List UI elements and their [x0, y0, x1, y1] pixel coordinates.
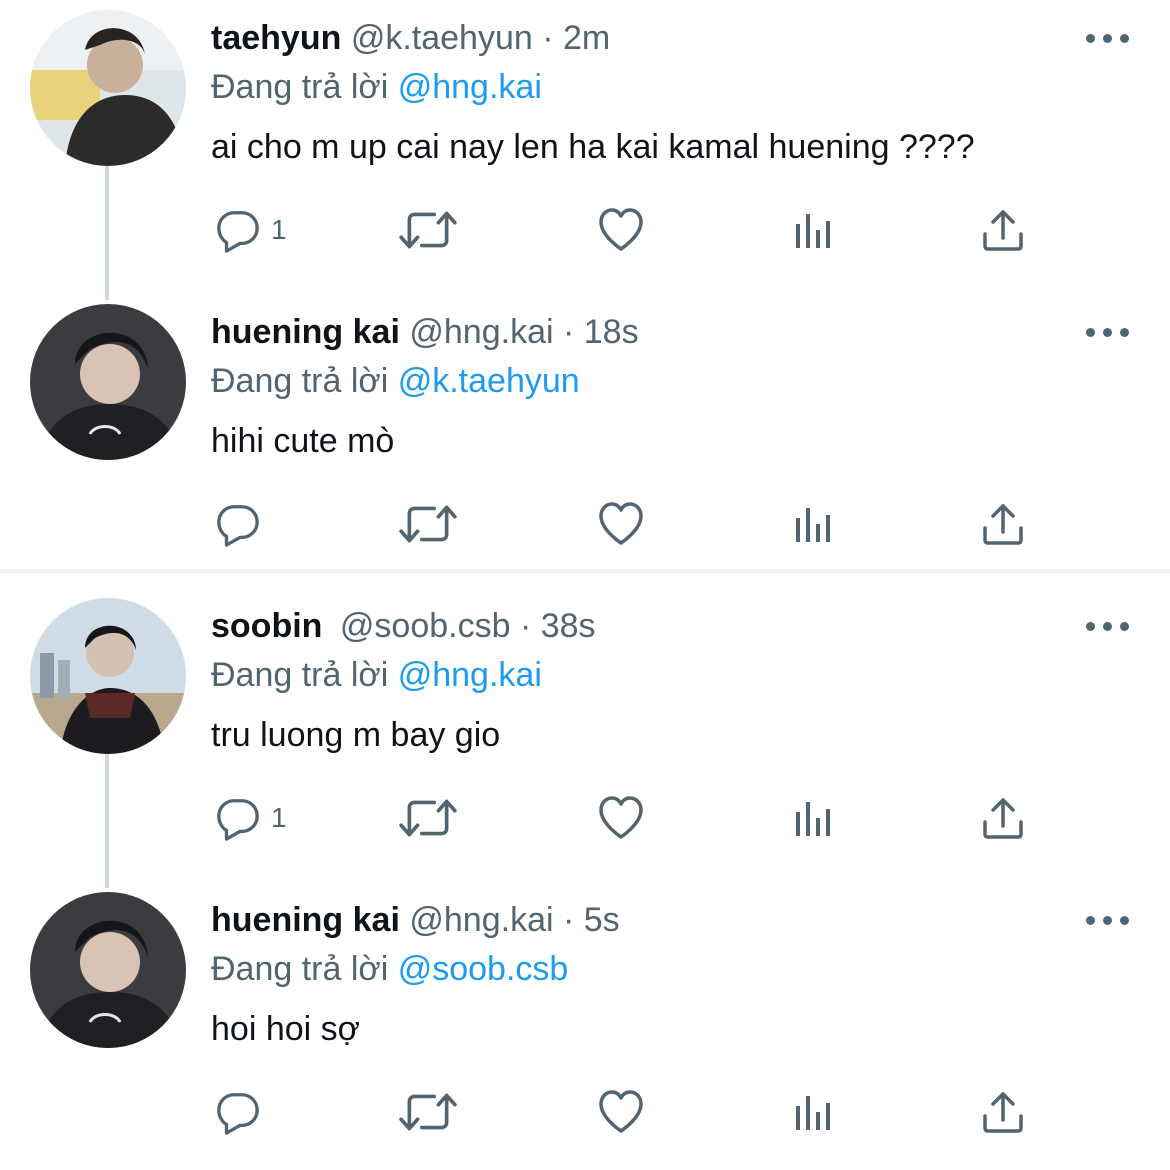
reply-button[interactable]: 1 — [215, 200, 287, 260]
share-button[interactable] — [981, 1082, 1025, 1142]
reply-icon — [215, 1089, 261, 1135]
tweet-header: huening kai @hng.kai · 18s — [211, 308, 639, 356]
separator-dot: · — [519, 607, 532, 645]
action-bar — [211, 1082, 1111, 1142]
tweet[interactable]: huening kai @hng.kai · 5s Đang trả lời @… — [0, 882, 1170, 1170]
retweet-icon — [399, 793, 457, 843]
tweet-text: hihi cute mò — [211, 422, 395, 460]
display-name[interactable]: soobin — [211, 607, 322, 645]
tweet[interactable]: soobin @soob.csb · 38s Đang trả lời @hng… — [0, 588, 1170, 876]
tweet-header: taehyun @k.taehyun · 2m — [211, 14, 610, 62]
share-button[interactable] — [981, 494, 1025, 554]
tweet-text: tru luong m bay gio — [211, 716, 501, 754]
views-icon — [793, 210, 833, 250]
replying-to: Đang trả lời @soob.csb — [211, 945, 568, 993]
tweet-text: hoi hoi sợ — [211, 1010, 360, 1048]
avatar[interactable] — [30, 304, 186, 460]
mention-link[interactable]: @k.taehyun — [398, 362, 580, 400]
tweet-header: soobin @soob.csb · 38s — [211, 602, 596, 650]
retweet-button[interactable] — [399, 1082, 457, 1142]
display-name[interactable]: taehyun — [211, 19, 341, 57]
timestamp[interactable]: 5s — [584, 901, 620, 939]
like-button[interactable] — [597, 494, 645, 554]
share-icon — [981, 796, 1025, 840]
like-icon — [597, 794, 645, 842]
thread-divider — [0, 569, 1170, 573]
retweet-button[interactable] — [399, 200, 457, 260]
views-icon — [793, 1092, 833, 1132]
mention-link[interactable]: @soob.csb — [398, 950, 569, 988]
share-button[interactable] — [981, 200, 1025, 260]
user-handle[interactable]: @hng.kai — [409, 313, 553, 351]
mention-link[interactable]: @hng.kai — [398, 656, 542, 694]
profile-photo-icon — [30, 10, 186, 166]
share-icon — [981, 1090, 1025, 1134]
views-button[interactable] — [793, 1082, 833, 1142]
retweet-icon — [399, 499, 457, 549]
more-options-icon[interactable] — [1086, 34, 1130, 44]
like-icon — [597, 1088, 645, 1136]
separator-dot: · — [542, 19, 554, 57]
tweet-header: huening kai @hng.kai · 5s — [211, 896, 620, 944]
timestamp[interactable]: 38s — [541, 607, 596, 645]
views-icon — [793, 798, 833, 838]
avatar[interactable] — [30, 10, 186, 166]
share-button[interactable] — [981, 788, 1025, 848]
replying-to-label: Đang trả lời — [211, 950, 389, 988]
retweet-button[interactable] — [399, 494, 457, 554]
replying-to-label: Đang trả lời — [211, 362, 389, 400]
replying-to: Đang trả lời @hng.kai — [211, 651, 542, 699]
like-icon — [597, 206, 645, 254]
user-handle[interactable]: @soob.csb — [340, 607, 511, 645]
reply-count: 1 — [271, 802, 287, 833]
timestamp[interactable]: 18s — [584, 313, 639, 351]
profile-photo-icon — [30, 892, 186, 1048]
tweet-text: ai cho m up cai nay len ha kai kamal hue… — [211, 128, 975, 166]
profile-photo-icon — [30, 304, 186, 460]
replying-to-label: Đang trả lời — [211, 656, 389, 694]
tweet[interactable]: taehyun @k.taehyun · 2m Đang trả lời @hn… — [0, 0, 1170, 288]
avatar[interactable] — [30, 892, 186, 1048]
avatar[interactable] — [30, 598, 186, 754]
retweet-icon — [399, 205, 457, 255]
replying-to-label: Đang trả lời — [211, 68, 389, 106]
reply-button[interactable]: 1 — [215, 788, 287, 848]
reply-button[interactable] — [215, 1082, 271, 1142]
timestamp[interactable]: 2m — [563, 19, 610, 57]
separator-dot: · — [562, 313, 575, 351]
views-button[interactable] — [793, 494, 833, 554]
reply-icon — [215, 795, 261, 841]
retweet-icon — [399, 1087, 457, 1137]
user-handle[interactable]: @k.taehyun — [351, 19, 533, 57]
separator-dot: · — [562, 901, 575, 939]
mention-link[interactable]: @hng.kai — [398, 68, 542, 106]
display-name[interactable]: huening kai — [211, 313, 400, 351]
retweet-button[interactable] — [399, 788, 457, 848]
like-button[interactable] — [597, 788, 645, 848]
user-handle[interactable]: @hng.kai — [409, 901, 553, 939]
like-button[interactable] — [597, 1082, 645, 1142]
action-bar — [211, 494, 1111, 554]
reply-count: 1 — [271, 214, 287, 245]
display-name[interactable]: huening kai — [211, 901, 400, 939]
action-bar: 1 — [211, 788, 1111, 848]
views-button[interactable] — [793, 788, 833, 848]
share-icon — [981, 502, 1025, 546]
reply-icon — [215, 501, 261, 547]
replying-to: Đang trả lời @k.taehyun — [211, 357, 580, 405]
more-options-icon[interactable] — [1086, 328, 1130, 338]
tweet[interactable]: huening kai @hng.kai · 18s Đang trả lời … — [0, 294, 1170, 582]
like-button[interactable] — [597, 200, 645, 260]
more-options-icon[interactable] — [1086, 916, 1130, 926]
action-bar: 1 — [211, 200, 1111, 260]
reply-button[interactable] — [215, 494, 271, 554]
replying-to: Đang trả lời @hng.kai — [211, 63, 542, 111]
share-icon — [981, 208, 1025, 252]
reply-icon — [215, 207, 261, 253]
views-button[interactable] — [793, 200, 833, 260]
views-icon — [793, 504, 833, 544]
like-icon — [597, 500, 645, 548]
more-options-icon[interactable] — [1086, 622, 1130, 632]
profile-photo-icon — [30, 598, 186, 754]
